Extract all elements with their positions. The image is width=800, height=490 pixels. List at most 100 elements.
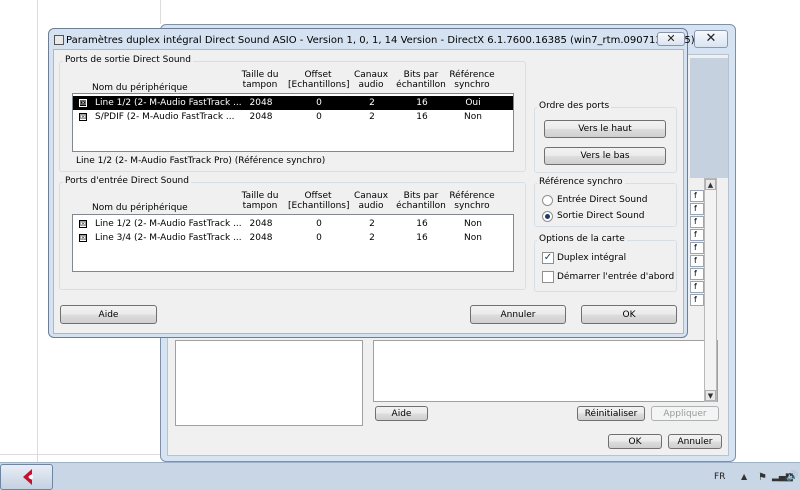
taskbar <box>0 462 800 490</box>
bits-value: 16 <box>416 233 428 243</box>
sync-reference-legend: Référence synchro <box>537 177 625 187</box>
background-side-panel <box>690 58 728 178</box>
help-button[interactable]: Aide <box>60 305 157 324</box>
sync-value: Oui <box>465 98 481 108</box>
checkbox-icon[interactable]: ☒ <box>79 113 87 121</box>
device-name: S/PDIF (2- M-Audio FastTrack ... <box>95 112 235 122</box>
sync-output-label[interactable]: Sortie Direct Sound <box>557 211 645 221</box>
desktop-divider-mid <box>160 0 161 24</box>
bits-value: 16 <box>416 112 428 122</box>
buffer-size: 2048 <box>249 233 273 243</box>
background-apply-button[interactable]: Appliquer <box>651 406 719 421</box>
channels-value: 2 <box>369 219 375 229</box>
channels-value: 2 <box>369 233 375 243</box>
output-header-channels: Canaux audio <box>353 70 389 90</box>
background-cell[interactable]: f <box>690 190 704 202</box>
output-header-sync: Référence synchro <box>449 70 495 90</box>
ok-button[interactable]: OK <box>581 305 677 324</box>
background-cell[interactable]: f <box>690 294 704 306</box>
radio-selected-dot <box>545 214 550 219</box>
background-cell[interactable]: f <box>690 216 704 228</box>
output-ports-legend: Ports de sortie Direct Sound <box>63 55 193 65</box>
volume-icon[interactable]: 🔊 <box>786 471 798 482</box>
list-item[interactable]: ☒ Line 1/2 (2- M-Audio FastTrack ... 204… <box>73 217 513 231</box>
sync-value: Non <box>464 233 482 243</box>
scroll-up-icon[interactable]: ▲ <box>705 179 716 190</box>
background-help-button[interactable]: Aide <box>375 406 428 421</box>
input-header-device: Nom du périphérique <box>92 203 188 213</box>
port-order-legend: Ordre des ports <box>537 101 612 111</box>
cancel-button[interactable]: Annuler <box>470 305 566 324</box>
list-item[interactable]: ☒ S/PDIF (2- M-Audio FastTrack ... 2048 … <box>73 110 513 124</box>
channels-value: 2 <box>369 112 375 122</box>
buffer-size: 2048 <box>249 219 273 229</box>
background-close-button[interactable]: ✕ <box>694 30 728 48</box>
offset-value: 0 <box>316 233 322 243</box>
input-header-buffer: Taille du tampon <box>241 191 279 211</box>
background-cell[interactable]: f <box>690 203 704 215</box>
input-ports-list[interactable]: ☒ Line 1/2 (2- M-Audio FastTrack ... 204… <box>72 214 514 272</box>
output-header-offset: Offset [Echantillons] <box>288 70 350 90</box>
action-center-icon[interactable]: ⚑ <box>758 472 767 483</box>
background-scrollbar[interactable]: ▲ ▼ <box>704 178 717 402</box>
sync-input-radio[interactable] <box>542 195 553 206</box>
output-header-bits: Bits par échantillon <box>396 70 446 90</box>
scroll-down-icon[interactable]: ▼ <box>705 390 716 401</box>
device-name: Line 3/4 (2- M-Audio FastTrack ... <box>95 233 242 243</box>
channels-value: 2 <box>369 98 375 108</box>
desktop-divider-left <box>37 0 38 462</box>
background-cell[interactable]: f <box>690 268 704 280</box>
buffer-size: 2048 <box>249 98 273 108</box>
cubase-logo-icon <box>23 469 33 485</box>
background-cell[interactable]: f <box>690 281 704 293</box>
checkbox-icon[interactable]: ☒ <box>79 234 87 242</box>
output-sync-status: Line 1/2 (2- M-Audio FastTrack Pro) (Réf… <box>76 156 326 166</box>
checkbox-icon[interactable]: ☒ <box>79 220 87 228</box>
full-duplex-checkbox[interactable]: ✓ <box>542 252 554 264</box>
sync-output-radio[interactable] <box>542 211 553 222</box>
input-ports-legend: Ports d'entrée Direct Sound <box>63 176 191 186</box>
checkbox-icon[interactable]: ☒ <box>79 99 87 107</box>
move-up-button[interactable]: Vers le haut <box>544 120 666 138</box>
background-cancel-button[interactable]: Annuler <box>668 434 722 449</box>
offset-value: 0 <box>316 219 322 229</box>
input-header-offset: Offset [Echantillons] <box>288 191 350 211</box>
start-input-first-checkbox[interactable] <box>542 271 554 283</box>
offset-value: 0 <box>316 98 322 108</box>
close-icon[interactable]: ✕ <box>657 32 685 46</box>
list-item[interactable]: ☒ Line 1/2 (2- M-Audio FastTrack ... 204… <box>73 96 513 110</box>
device-name: Line 1/2 (2- M-Audio FastTrack ... <box>95 219 242 229</box>
app-icon <box>54 35 64 45</box>
background-cell[interactable]: f <box>690 255 704 267</box>
sync-value: Non <box>464 112 482 122</box>
input-header-channels: Canaux audio <box>353 191 389 211</box>
background-right-list[interactable] <box>373 340 718 402</box>
list-item[interactable]: ☒ Line 3/4 (2- M-Audio FastTrack ... 204… <box>73 231 513 245</box>
background-reset-button[interactable]: Réinitialiser <box>577 406 645 421</box>
input-header-bits: Bits par échantillon <box>396 191 446 211</box>
sync-value: Non <box>464 219 482 229</box>
desktop-divider-bottom <box>0 454 160 455</box>
move-down-button[interactable]: Vers le bas <box>544 147 666 165</box>
sync-input-label[interactable]: Entrée Direct Sound <box>557 195 648 205</box>
output-ports-list[interactable]: ☒ Line 1/2 (2- M-Audio FastTrack ... 204… <box>72 93 514 152</box>
output-header-buffer: Taille du tampon <box>241 70 279 90</box>
language-indicator[interactable]: FR <box>714 472 725 482</box>
full-duplex-label[interactable]: Duplex intégral <box>557 253 626 263</box>
offset-value: 0 <box>316 112 322 122</box>
background-cell[interactable]: f <box>690 229 704 241</box>
dialog-title: Paramètres duplex intégral Direct Sound … <box>66 35 695 46</box>
bits-value: 16 <box>416 98 428 108</box>
background-left-list[interactable] <box>175 340 363 426</box>
output-header-device: Nom du périphérique <box>92 83 188 93</box>
tray-expand-icon[interactable]: ▲ <box>741 472 747 481</box>
start-input-first-label[interactable]: Démarrer l'entrée d'abord <box>557 272 674 282</box>
background-cell[interactable]: f <box>690 242 704 254</box>
input-header-sync: Référence synchro <box>449 191 495 211</box>
buffer-size: 2048 <box>249 112 273 122</box>
bits-value: 16 <box>416 219 428 229</box>
card-options-legend: Options de la carte <box>537 234 627 244</box>
device-name: Line 1/2 (2- M-Audio FastTrack ... <box>95 98 242 108</box>
card-options-group <box>534 240 677 292</box>
background-ok-button[interactable]: OK <box>608 434 662 449</box>
